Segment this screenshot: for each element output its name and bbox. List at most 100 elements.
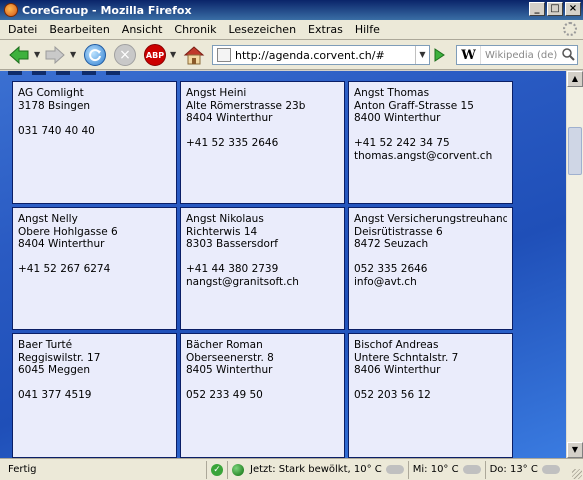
- weather-current[interactable]: Jetzt: Stark bewölkt, 10° C: [227, 460, 408, 479]
- menu-extras[interactable]: Extras: [302, 23, 349, 36]
- contact-street: Alte Römerstrasse 23b: [186, 99, 306, 112]
- menu-bearbeiten[interactable]: Bearbeiten: [43, 23, 115, 36]
- menu-bar: Datei Bearbeiten Ansicht Chronik Lesezei…: [0, 20, 583, 40]
- stop-button[interactable]: ×: [114, 44, 136, 66]
- scrollbar-thumb[interactable]: [568, 127, 582, 175]
- contact-city: 8404 Winterthur: [186, 112, 273, 125]
- go-button[interactable]: [432, 47, 446, 63]
- contact-city: 6045 Meggen: [18, 364, 91, 377]
- contact-card[interactable]: Angst Versicherungstreuhand Deisrütistra…: [348, 207, 513, 330]
- adblock-plus-icon: ABP: [145, 50, 165, 60]
- forward-history-dropdown[interactable]: ▼: [70, 50, 76, 59]
- home-button[interactable]: [183, 44, 205, 66]
- status-text: Fertig: [8, 464, 37, 475]
- status-bar: Fertig ✓ Jetzt: Stark bewölkt, 10° C Mi:…: [0, 458, 583, 480]
- forward-button[interactable]: [44, 45, 66, 65]
- search-icon[interactable]: [561, 47, 577, 63]
- scroll-up-button[interactable]: ▲: [567, 71, 583, 87]
- contact-street: Deisrütistrasse 6: [354, 225, 443, 238]
- weather-thursday[interactable]: Do: 13° C: [484, 460, 564, 479]
- window-title: CoreGroup - Mozilla Firefox: [22, 3, 192, 17]
- search-engine-wikipedia-icon[interactable]: W: [457, 46, 481, 64]
- menu-chronik[interactable]: Chronik: [168, 23, 222, 36]
- maximize-button[interactable]: □: [547, 2, 563, 16]
- menu-hilfe[interactable]: Hilfe: [349, 23, 386, 36]
- search-input[interactable]: Wikipedia (de): [481, 50, 561, 61]
- menu-lesezeichen[interactable]: Lesezeichen: [222, 23, 302, 36]
- go-arrow-icon: [434, 48, 445, 62]
- weather-now-text: Jetzt: Stark bewölkt, 10° C: [250, 464, 382, 475]
- menu-ansicht[interactable]: Ansicht: [116, 23, 169, 36]
- page-top-strip: [0, 71, 566, 76]
- resize-grip[interactable]: [572, 469, 582, 479]
- contact-email[interactable]: nangst@granitsoft.ch: [186, 276, 339, 289]
- contact-city: 8406 Winterthur: [354, 364, 441, 377]
- reload-icon: [89, 49, 101, 62]
- contact-name: Bischof Andreas: [354, 339, 439, 351]
- url-text[interactable]: http://agenda.corvent.ch/#: [235, 49, 415, 62]
- contact-card[interactable]: Angst Nikolaus Richterwis 14 8303 Basser…: [180, 207, 345, 330]
- url-history-dropdown[interactable]: ▼: [415, 46, 429, 64]
- contact-street: Oberseenerstr. 8: [186, 351, 274, 364]
- window-controls: _ □ ×: [529, 2, 581, 16]
- contact-phone: 052 203 56 12: [354, 389, 431, 402]
- contact-street: Anton Graff-Strasse 15: [354, 99, 474, 112]
- cloud-icon: [462, 465, 481, 474]
- contact-phone: +41 52 242 34 75: [354, 137, 450, 150]
- navigation-toolbar: ▼ ▼ × ABP ▼ http://agenda.corvent.ch/# ▼: [0, 40, 583, 70]
- cloud-icon: [541, 465, 560, 474]
- contact-street: Untere Schntalstr. 7: [354, 351, 459, 364]
- home-icon: [183, 46, 205, 65]
- contact-phone: 041 377 4519: [18, 389, 92, 402]
- contact-card[interactable]: AG Comlight 3178 Bsingen 031 740 40 40: [12, 81, 177, 204]
- contact-card[interactable]: Bischof Andreas Untere Schntalstr. 7 840…: [348, 333, 513, 458]
- minimize-button[interactable]: _: [529, 2, 545, 16]
- contact-card[interactable]: Baer Turté Reggiswilstr. 17 6045 Meggen …: [12, 333, 177, 458]
- contact-card[interactable]: Angst Nelly Obere Hohlgasse 6 8404 Winte…: [12, 207, 177, 330]
- contact-card[interactable]: Angst Heini Alte Römerstrasse 23b 8404 W…: [180, 81, 345, 204]
- contact-phone: 052 335 2646: [354, 263, 428, 276]
- reload-button[interactable]: [84, 44, 106, 66]
- back-history-dropdown[interactable]: ▼: [34, 50, 40, 59]
- contact-name: Baer Turté: [18, 339, 73, 351]
- contact-name: Angst Versicherungstreuhand: [354, 213, 507, 225]
- contact-city: 8303 Bassersdorf: [186, 238, 278, 251]
- address-bar[interactable]: http://agenda.corvent.ch/# ▼: [212, 45, 430, 65]
- contact-phone: +41 44 380 2739: [186, 263, 279, 276]
- firefox-icon: [4, 3, 18, 17]
- back-arrow-icon: [9, 45, 29, 65]
- weather-wednesday[interactable]: Mi: 10° C: [407, 460, 485, 479]
- vertical-scrollbar[interactable]: ▲ ▼: [566, 71, 583, 458]
- menu-datei[interactable]: Datei: [2, 23, 43, 36]
- back-button[interactable]: [8, 45, 30, 65]
- forward-arrow-icon: [45, 45, 65, 65]
- contact-name: AG Comlight: [18, 87, 84, 99]
- contact-name: Angst Heini: [186, 87, 247, 99]
- globe-icon: [232, 463, 244, 476]
- cloud-icon: [385, 465, 404, 474]
- contact-email[interactable]: info@avt.ch: [354, 276, 507, 289]
- adblock-plus-button[interactable]: ABP: [144, 44, 166, 66]
- contact-street: Obere Hohlgasse 6: [18, 225, 118, 238]
- adblock-dropdown[interactable]: ▼: [170, 50, 176, 59]
- close-button[interactable]: ×: [565, 2, 581, 16]
- weather-wed-text: Mi: 10° C: [412, 464, 459, 475]
- page-favicon-icon: [217, 48, 231, 62]
- contact-email[interactable]: thomas.angst@corvent.ch: [354, 150, 507, 163]
- contact-address: 3178 Bsingen: [18, 99, 91, 112]
- scroll-down-button[interactable]: ▼: [567, 442, 583, 458]
- contact-name: Bächer Roman: [186, 339, 263, 351]
- weather-thu-text: Do: 13° C: [489, 464, 538, 475]
- contact-card[interactable]: Bächer Roman Oberseenerstr. 8 8405 Winte…: [180, 333, 345, 458]
- contact-phone: +41 52 267 6274: [18, 263, 111, 276]
- contact-name: Angst Nikolaus: [186, 213, 264, 225]
- page-viewport: AG Comlight 3178 Bsingen 031 740 40 40 A…: [0, 71, 566, 458]
- contact-city: 8404 Winterthur: [18, 238, 105, 251]
- search-bar[interactable]: W Wikipedia (de): [456, 45, 578, 65]
- contact-name: Angst Nelly: [18, 213, 78, 225]
- window-titlebar: CoreGroup - Mozilla Firefox _ □ ×: [0, 0, 583, 20]
- contact-city: 8472 Seuzach: [354, 238, 429, 251]
- contact-street: Richterwis 14: [186, 225, 258, 238]
- security-status[interactable]: ✓: [206, 460, 227, 479]
- contact-card[interactable]: Angst Thomas Anton Graff-Strasse 15 8400…: [348, 81, 513, 204]
